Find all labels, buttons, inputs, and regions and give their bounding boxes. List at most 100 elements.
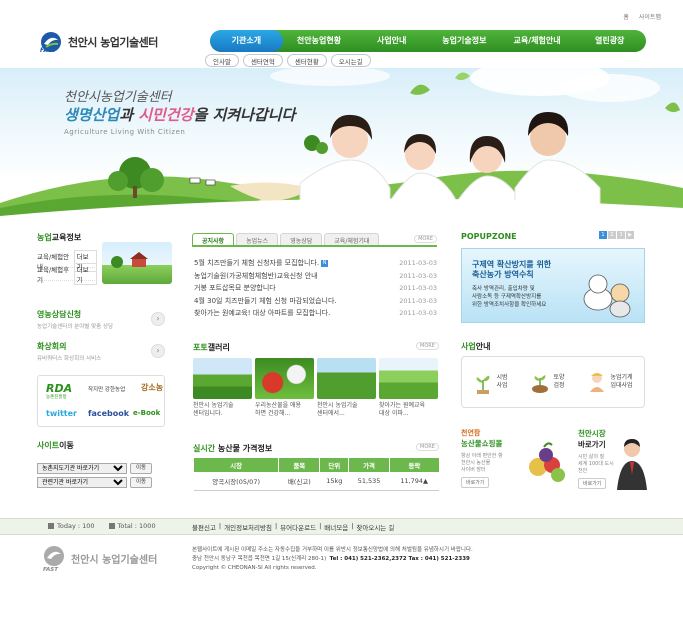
tab-news[interactable]: 농업뉴스 — [236, 233, 279, 245]
sitemap-link[interactable]: 사이트맵 — [639, 12, 661, 21]
gallery-item[interactable]: 우리농산물을 애용 하면 건강해... — [255, 358, 314, 418]
footer-links: 불편신고 | 개인정보처리방침 | 뷰어다운로드 | 배너모음 | 찾아오시는 … — [192, 522, 394, 532]
footer-info: 본웹사이트에 게시된 이메일 주소는 자동수집을 거부하며 이를 위반시 정보통… — [192, 546, 473, 573]
subnav-history[interactable]: 센터연혁 — [242, 54, 283, 67]
price-more-button[interactable]: MORE — [416, 443, 439, 451]
subnav-directions[interactable]: 오시는길 — [330, 54, 371, 67]
subnav-greeting[interactable]: 인사말 — [205, 54, 239, 67]
nav-status[interactable]: 천안농업현황 — [283, 30, 356, 52]
sub-navigation: 인사말 센터연혁 센터현황 오시는길 — [205, 54, 371, 67]
farm-consult-title: 영농상담신청 — [37, 309, 82, 319]
title-green: 포토 — [193, 343, 208, 352]
farm-consult-link[interactable]: 영농상담신청 농업기술센터의 분야별 맞춤 상담 › — [37, 308, 165, 330]
gallery-caption: 대상 이파... — [379, 410, 409, 417]
footer-link-banners[interactable]: 배너모음 — [324, 522, 348, 532]
business-machinery-link[interactable]: 농업기계 임대사업 — [587, 370, 633, 394]
home-link[interactable]: 홈 — [623, 12, 629, 21]
logo-name: 천안시 농업기술센터 — [68, 36, 158, 49]
agency-select[interactable]: 농촌지도기관 바로가기 — [37, 463, 127, 474]
ebook-link[interactable]: e-Book — [133, 409, 160, 417]
nav-education[interactable]: 교육/체험안내 — [501, 30, 574, 52]
notice-date: 2011-03-03 — [399, 284, 437, 293]
notice-date: 2011-03-03 — [399, 259, 437, 267]
education-row-review[interactable]: 교육/체험후기 더보기 — [37, 263, 97, 285]
nav-about[interactable]: 기관소개 — [210, 30, 283, 52]
list-item[interactable]: 농업기술원(가공체험체험반)교육신청 안내 2011-03-03 — [194, 270, 437, 283]
popup-page-2[interactable]: 2 — [608, 231, 616, 239]
gallery-photo — [193, 358, 252, 399]
tab-education[interactable]: 교육/체험기대 — [324, 233, 380, 245]
soil-sprout-icon — [532, 375, 549, 393]
site-logo[interactable]: 천안시 농업기술센터 FAST — [40, 22, 200, 62]
farmer-icon — [590, 373, 605, 392]
footer-link-privacy[interactable]: 개인정보처리방침 — [224, 522, 272, 532]
more-button[interactable]: 더보기 — [73, 263, 97, 285]
go-button[interactable]: 이동 — [130, 477, 153, 488]
popup-body: 사람소독 등 구제역확산방지를 — [472, 294, 542, 300]
related-agency-select[interactable]: 관련기관 바로가기 — [37, 477, 127, 488]
gallery-item[interactable]: 천안시 농업기술 센터입니다. — [193, 358, 252, 418]
gallery-caption: 하면 건강해... — [255, 410, 291, 417]
business-label: 시범 — [496, 374, 508, 381]
photo-gallery: 천안시 농업기술 센터입니다. 우리농산물을 애용 하면 건강해... 천안시 농업… — [193, 358, 439, 418]
gallery-item[interactable]: 천안시 농업기술 센터에서... — [317, 358, 376, 418]
arrow-right-icon[interactable]: › — [151, 344, 165, 358]
ganso-farm-logo[interactable]: 강소농 — [141, 382, 163, 393]
footer-notice: 본웹사이트에 게시된 이메일 주소는 자동수집을 거부하며 이를 위반시 정보통… — [192, 547, 473, 553]
business-soil-link[interactable]: 토양 검정 — [530, 370, 565, 394]
gallery-more-button[interactable]: MORE — [416, 342, 439, 350]
footer-link-directions[interactable]: 찾아오시는 길 — [356, 522, 394, 532]
twitter-link[interactable]: twitter — [46, 409, 77, 418]
subnav-status[interactable]: 센터현황 — [286, 54, 327, 67]
nav-tech-info[interactable]: 농업기술정보 — [428, 30, 501, 52]
table-cell: 51,535 — [348, 472, 390, 491]
business-label: 농업기계 — [610, 374, 633, 381]
shop-go-button[interactable]: 바로가기 — [461, 477, 490, 488]
footer-logo-fast: FAST — [43, 567, 59, 573]
mayor-photo — [617, 439, 647, 490]
popup-next[interactable]: ▶ — [626, 231, 634, 239]
column-header: 등락 — [388, 458, 439, 472]
board-more-button[interactable]: MORE — [414, 235, 437, 243]
business-label: 검정 — [553, 382, 565, 389]
list-item[interactable]: 4월 30일 치즈만들기 체험 신청 마감되었습니다. 2011-03-03 — [194, 295, 437, 308]
go-button[interactable]: 이동 — [130, 463, 153, 474]
video-conference-desc: 유비쿼터스 화상회의 서비스 — [37, 355, 102, 362]
nav-business[interactable]: 사업안내 — [355, 30, 428, 52]
board-tabs: 공지사항 농업뉴스 영농상담 교육/체험기대 MORE — [192, 233, 437, 247]
arrow-right-icon[interactable]: › — [151, 312, 165, 326]
today-count: Today : 100 — [57, 522, 95, 530]
nav-open-plaza[interactable]: 열린광장 — [573, 30, 646, 52]
tab-consult[interactable]: 영농상담 — [280, 233, 323, 245]
tab-notice[interactable]: 공지사항 — [192, 233, 235, 245]
price-table: 시장 품목 단위 가격 등락 양곡시장(05/07) 배(신고) 15kg 51… — [192, 458, 439, 491]
list-item[interactable]: 5월 치즈만들기 체험 신청자를 모집합니다. N 2011-03-03 — [194, 257, 437, 270]
notice-date: 2011-03-03 — [399, 271, 437, 280]
mayor-go-button[interactable]: 바로가기 — [578, 478, 607, 489]
footer-link-viewer[interactable]: 뷰어다운로드 — [280, 522, 316, 532]
rda-slogan: 작지만 강한농업 — [88, 387, 126, 393]
footer-logo-mark-icon — [44, 546, 64, 566]
hero-banner: 천안시농업기술센터 생명산업과 시민건강을 지켜나갑니다 Agriculture… — [0, 68, 683, 218]
list-item[interactable]: 거봉 포트삽목묘 분양합니다 2011-03-03 — [194, 282, 437, 295]
cow-illustration — [583, 274, 631, 318]
column-header: 가격 — [348, 458, 390, 472]
fruit-basket-illustration — [529, 442, 565, 482]
gallery-item[interactable]: 찾아가는 원예교육 대상 이파... — [379, 358, 438, 418]
farm-consult-desc: 농업기술센터의 분야별 맞춤 상담 — [37, 323, 114, 330]
notice-title: 농업기술원(가공체험체험반)교육신청 안내 — [194, 271, 318, 280]
business-pilot-link[interactable]: 시범 사업 — [473, 370, 508, 394]
business-label: 사업 — [496, 382, 508, 389]
footer-link-complaint[interactable]: 불편신고 — [192, 522, 216, 532]
site-move-box: 사이트이동 농촌지도기관 바로가기 이동 관련기관 바로가기 이동 — [37, 440, 165, 488]
title-dark: 교육정보 — [51, 233, 82, 242]
facebook-link[interactable]: facebook — [88, 409, 129, 418]
video-conference-link[interactable]: 화상회의 유비쿼터스 화상회의 서비스 › — [37, 340, 165, 362]
popup-page-3[interactable]: 3 — [617, 231, 625, 239]
popup-body: 축사 방역관리, 출입차량 및 — [472, 286, 535, 292]
popup-page-1[interactable]: 1 — [599, 231, 607, 239]
list-item[interactable]: 찾아가는 원예교육! 대상 아파트를 모집합니다. 2011-03-03 — [194, 307, 437, 320]
separator: | — [319, 522, 322, 530]
popup-banner[interactable]: 구제역 확산방지를 위한 축산농가 방역수칙 축사 방역관리, 출입차량 및 사람소… — [461, 248, 645, 323]
video-conference-title: 화상회의 — [37, 341, 67, 351]
